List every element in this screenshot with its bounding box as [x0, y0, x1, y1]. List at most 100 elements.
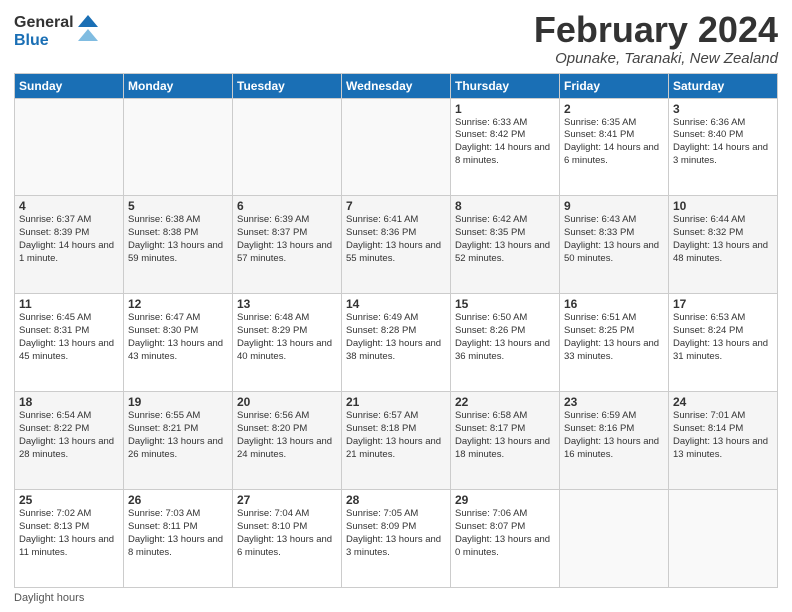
col-wednesday: Wednesday — [342, 73, 451, 98]
logo-area: General Blue — [14, 10, 98, 49]
table-row — [124, 98, 233, 196]
col-thursday: Thursday — [451, 73, 560, 98]
cell-info: Sunrise: 6:55 AM Sunset: 8:21 PM Dayligh… — [128, 410, 228, 461]
table-row: 14Sunrise: 6:49 AM Sunset: 8:28 PM Dayli… — [342, 294, 451, 392]
table-row: 13Sunrise: 6:48 AM Sunset: 8:29 PM Dayli… — [233, 294, 342, 392]
table-row — [669, 490, 778, 588]
table-row: 28Sunrise: 7:05 AM Sunset: 8:09 PM Dayli… — [342, 490, 451, 588]
table-row: 2Sunrise: 6:35 AM Sunset: 8:41 PM Daylig… — [560, 98, 669, 196]
date-number: 14 — [346, 297, 446, 311]
date-number: 15 — [455, 297, 555, 311]
table-row: 27Sunrise: 7:04 AM Sunset: 8:10 PM Dayli… — [233, 490, 342, 588]
col-friday: Friday — [560, 73, 669, 98]
table-row: 16Sunrise: 6:51 AM Sunset: 8:25 PM Dayli… — [560, 294, 669, 392]
table-row: 24Sunrise: 7:01 AM Sunset: 8:14 PM Dayli… — [669, 392, 778, 490]
cell-info: Sunrise: 7:02 AM Sunset: 8:13 PM Dayligh… — [19, 508, 119, 559]
title-area: February 2024 Opunake, Taranaki, New Zea… — [534, 10, 778, 67]
cell-info: Sunrise: 6:42 AM Sunset: 8:35 PM Dayligh… — [455, 214, 555, 265]
cell-info: Sunrise: 6:51 AM Sunset: 8:25 PM Dayligh… — [564, 312, 664, 363]
cell-info: Sunrise: 7:04 AM Sunset: 8:10 PM Dayligh… — [237, 508, 337, 559]
date-number: 22 — [455, 395, 555, 409]
table-row: 1Sunrise: 6:33 AM Sunset: 8:42 PM Daylig… — [451, 98, 560, 196]
col-saturday: Saturday — [669, 73, 778, 98]
table-row: 6Sunrise: 6:39 AM Sunset: 8:37 PM Daylig… — [233, 196, 342, 294]
week-row-5: 25Sunrise: 7:02 AM Sunset: 8:13 PM Dayli… — [15, 490, 778, 588]
date-number: 13 — [237, 297, 337, 311]
table-row: 4Sunrise: 6:37 AM Sunset: 8:39 PM Daylig… — [15, 196, 124, 294]
cell-info: Sunrise: 7:05 AM Sunset: 8:09 PM Dayligh… — [346, 508, 446, 559]
table-row — [342, 98, 451, 196]
table-row: 18Sunrise: 6:54 AM Sunset: 8:22 PM Dayli… — [15, 392, 124, 490]
table-row: 5Sunrise: 6:38 AM Sunset: 8:38 PM Daylig… — [124, 196, 233, 294]
table-row: 23Sunrise: 6:59 AM Sunset: 8:16 PM Dayli… — [560, 392, 669, 490]
table-row — [15, 98, 124, 196]
date-number: 7 — [346, 199, 446, 213]
date-number: 25 — [19, 493, 119, 507]
main-title: February 2024 — [534, 10, 778, 50]
week-row-4: 18Sunrise: 6:54 AM Sunset: 8:22 PM Dayli… — [15, 392, 778, 490]
table-row: 22Sunrise: 6:58 AM Sunset: 8:17 PM Dayli… — [451, 392, 560, 490]
cell-info: Sunrise: 7:03 AM Sunset: 8:11 PM Dayligh… — [128, 508, 228, 559]
logo: General Blue — [14, 14, 98, 49]
table-row: 29Sunrise: 7:06 AM Sunset: 8:07 PM Dayli… — [451, 490, 560, 588]
cell-info: Sunrise: 6:35 AM Sunset: 8:41 PM Dayligh… — [564, 117, 664, 168]
cell-info: Sunrise: 6:39 AM Sunset: 8:37 PM Dayligh… — [237, 214, 337, 265]
table-row: 10Sunrise: 6:44 AM Sunset: 8:32 PM Dayli… — [669, 196, 778, 294]
date-number: 5 — [128, 199, 228, 213]
date-number: 6 — [237, 199, 337, 213]
table-row: 9Sunrise: 6:43 AM Sunset: 8:33 PM Daylig… — [560, 196, 669, 294]
cell-info: Sunrise: 6:43 AM Sunset: 8:33 PM Dayligh… — [564, 214, 664, 265]
table-row: 25Sunrise: 7:02 AM Sunset: 8:13 PM Dayli… — [15, 490, 124, 588]
page: General Blue February 2024 Opunake, Tara… — [0, 0, 792, 612]
date-number: 20 — [237, 395, 337, 409]
date-number: 29 — [455, 493, 555, 507]
table-row — [233, 98, 342, 196]
cell-info: Sunrise: 6:58 AM Sunset: 8:17 PM Dayligh… — [455, 410, 555, 461]
cell-info: Sunrise: 6:44 AM Sunset: 8:32 PM Dayligh… — [673, 214, 773, 265]
cell-info: Sunrise: 6:41 AM Sunset: 8:36 PM Dayligh… — [346, 214, 446, 265]
date-number: 23 — [564, 395, 664, 409]
table-row: 21Sunrise: 6:57 AM Sunset: 8:18 PM Dayli… — [342, 392, 451, 490]
cell-info: Sunrise: 6:54 AM Sunset: 8:22 PM Dayligh… — [19, 410, 119, 461]
table-row: 26Sunrise: 7:03 AM Sunset: 8:11 PM Dayli… — [124, 490, 233, 588]
cell-info: Sunrise: 6:48 AM Sunset: 8:29 PM Dayligh… — [237, 312, 337, 363]
table-row: 8Sunrise: 6:42 AM Sunset: 8:35 PM Daylig… — [451, 196, 560, 294]
subtitle: Opunake, Taranaki, New Zealand — [534, 50, 778, 67]
cell-info: Sunrise: 7:01 AM Sunset: 8:14 PM Dayligh… — [673, 410, 773, 461]
table-row: 7Sunrise: 6:41 AM Sunset: 8:36 PM Daylig… — [342, 196, 451, 294]
table-row: 12Sunrise: 6:47 AM Sunset: 8:30 PM Dayli… — [124, 294, 233, 392]
date-number: 19 — [128, 395, 228, 409]
cell-info: Sunrise: 6:45 AM Sunset: 8:31 PM Dayligh… — [19, 312, 119, 363]
date-number: 17 — [673, 297, 773, 311]
cell-info: Sunrise: 6:50 AM Sunset: 8:26 PM Dayligh… — [455, 312, 555, 363]
cell-info: Sunrise: 6:57 AM Sunset: 8:18 PM Dayligh… — [346, 410, 446, 461]
date-number: 21 — [346, 395, 446, 409]
date-number: 18 — [19, 395, 119, 409]
cell-info: Sunrise: 6:56 AM Sunset: 8:20 PM Dayligh… — [237, 410, 337, 461]
cell-info: Sunrise: 6:47 AM Sunset: 8:30 PM Dayligh… — [128, 312, 228, 363]
date-number: 3 — [673, 102, 773, 116]
table-row: 15Sunrise: 6:50 AM Sunset: 8:26 PM Dayli… — [451, 294, 560, 392]
calendar-header-row: Sunday Monday Tuesday Wednesday Thursday… — [15, 73, 778, 98]
cell-info: Sunrise: 6:38 AM Sunset: 8:38 PM Dayligh… — [128, 214, 228, 265]
cell-info: Sunrise: 6:53 AM Sunset: 8:24 PM Dayligh… — [673, 312, 773, 363]
week-row-3: 11Sunrise: 6:45 AM Sunset: 8:31 PM Dayli… — [15, 294, 778, 392]
cell-info: Sunrise: 6:33 AM Sunset: 8:42 PM Dayligh… — [455, 117, 555, 168]
date-number: 10 — [673, 199, 773, 213]
table-row: 19Sunrise: 6:55 AM Sunset: 8:21 PM Dayli… — [124, 392, 233, 490]
header: General Blue February 2024 Opunake, Tara… — [14, 10, 778, 67]
table-row: 3Sunrise: 6:36 AM Sunset: 8:40 PM Daylig… — [669, 98, 778, 196]
footer-note: Daylight hours — [14, 592, 778, 604]
date-number: 2 — [564, 102, 664, 116]
date-number: 12 — [128, 297, 228, 311]
table-row: 11Sunrise: 6:45 AM Sunset: 8:31 PM Dayli… — [15, 294, 124, 392]
cell-info: Sunrise: 7:06 AM Sunset: 8:07 PM Dayligh… — [455, 508, 555, 559]
daylight-hours-label: Daylight hours — [14, 592, 84, 604]
date-number: 4 — [19, 199, 119, 213]
col-tuesday: Tuesday — [233, 73, 342, 98]
table-row — [560, 490, 669, 588]
cell-info: Sunrise: 6:36 AM Sunset: 8:40 PM Dayligh… — [673, 117, 773, 168]
col-monday: Monday — [124, 73, 233, 98]
calendar-table: Sunday Monday Tuesday Wednesday Thursday… — [14, 73, 778, 588]
col-sunday: Sunday — [15, 73, 124, 98]
